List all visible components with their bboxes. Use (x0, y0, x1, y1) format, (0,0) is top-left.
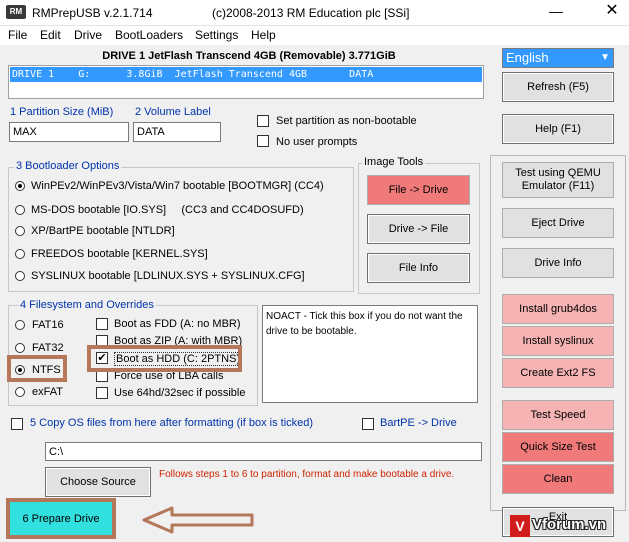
window-copyright: (c)2008-2013 RM Education plc [SSi] (212, 6, 410, 20)
watermark: V Vforum.vn (510, 515, 628, 539)
use-64hd-checkbox[interactable] (96, 387, 108, 399)
fs-option-label: FAT16 (32, 319, 64, 331)
hdd-highlight-box (87, 345, 242, 372)
no-prompts-checkbox[interactable] (257, 135, 269, 147)
filesystem-group-title: 4 Filesystem and Overrides (18, 299, 156, 311)
source-path-input[interactable]: C:\ (45, 442, 482, 461)
menu-file[interactable]: File (8, 28, 27, 42)
bootloader-radio-freedos[interactable] (15, 249, 25, 259)
bartpe-label: BartPE -> Drive (380, 417, 457, 429)
prepare-drive-button[interactable]: 6 Prepare Drive (6, 498, 116, 539)
fs-option-label: FAT32 (32, 342, 64, 354)
info-text-box[interactable]: NOACT - Tick this box if you do not want… (262, 305, 478, 403)
menu-help[interactable]: Help (251, 28, 276, 42)
title-bar: RM RMPrepUSB v.2.1.714 (c)2008-2013 RM E… (0, 0, 629, 26)
bootloader-radio-syslinux[interactable] (15, 271, 25, 281)
choose-source-button[interactable]: Choose Source (45, 467, 151, 497)
image-tools-title: Image Tools (362, 156, 426, 168)
drive-header: DRIVE 1 JetFlash Transcend 4GB (Removabl… (102, 50, 396, 62)
bootloader-option-label: SYSLINUX bootable [LDLINUX.SYS + SYSLINU… (31, 270, 305, 282)
window-title: RMPrepUSB v.2.1.714 (32, 6, 153, 20)
drive-list-item[interactable]: DRIVE 1 G: 3.8GiB JetFlash Transcend 4GB… (10, 67, 482, 82)
eject-drive-button[interactable]: Eject Drive (502, 208, 614, 238)
volume-label-input[interactable]: DATA (133, 122, 221, 142)
close-icon[interactable]: ✕ (602, 3, 622, 21)
watermark-text: Vforum.vn (532, 516, 607, 533)
no-prompts-label: No user prompts (276, 136, 358, 148)
boot-as-fdd-checkbox[interactable] (96, 318, 108, 330)
bootloader-radio-xp[interactable] (15, 226, 25, 236)
file-to-drive-button[interactable]: File -> Drive (367, 175, 470, 205)
bootloader-radio-msdos[interactable] (15, 205, 25, 215)
instructions-text: Follows steps 1 to 6 to partition, forma… (159, 469, 455, 480)
fs-radio-exfat[interactable] (15, 387, 25, 397)
chevron-down-icon: ▼ (600, 52, 610, 63)
qemu-test-button[interactable]: Test using QEMU Emulator (F11) (502, 162, 614, 198)
override-label: Use 64hd/32sec if possible (114, 387, 246, 399)
app-icon: RM (6, 5, 26, 19)
ntfs-highlight-box (7, 355, 67, 382)
copy-os-checkbox[interactable] (11, 418, 23, 430)
drive-to-file-button[interactable]: Drive -> File (367, 214, 470, 244)
bootloader-option-label: WinPEv2/WinPEv3/Vista/Win7 bootable [BOO… (31, 180, 324, 192)
volume-label-label: 2 Volume Label (135, 106, 211, 118)
override-label: Boot as FDD (A: no MBR) (114, 318, 241, 330)
annotation-arrow-icon (142, 506, 254, 534)
minimize-icon[interactable]: — (546, 3, 566, 21)
partition-size-input[interactable]: MAX (9, 122, 129, 142)
bootloader-radio-winpe[interactable] (15, 181, 25, 191)
test-speed-button[interactable]: Test Speed (502, 400, 614, 430)
copy-os-label: 5 Copy OS files from here after formatti… (30, 417, 314, 429)
bootloader-group-title: 3 Bootloader Options (14, 160, 122, 172)
bartpe-checkbox[interactable] (362, 418, 374, 430)
menu-settings[interactable]: Settings (195, 28, 238, 42)
fs-radio-fat16[interactable] (15, 320, 25, 330)
refresh-button[interactable]: Refresh (F5) (502, 72, 614, 102)
language-select-value: English (506, 50, 549, 65)
menu-bootloaders[interactable]: BootLoaders (115, 28, 183, 42)
partition-size-label: 1 Partition Size (MiB) (10, 106, 114, 118)
install-grub4dos-button[interactable]: Install grub4dos (502, 294, 614, 324)
non-bootable-checkbox[interactable] (257, 115, 269, 127)
drive-list[interactable]: DRIVE 1 G: 3.8GiB JetFlash Transcend 4GB… (8, 65, 484, 99)
bootloader-option-label: XP/BartPE bootable [NTLDR] (31, 225, 175, 237)
menu-edit[interactable]: Edit (40, 28, 61, 42)
watermark-logo: V (510, 515, 530, 537)
file-info-button[interactable]: File Info (367, 253, 470, 283)
bootloader-option-label: FREEDOS bootable [KERNEL.SYS] (31, 248, 208, 260)
non-bootable-label: Set partition as non-bootable (276, 115, 417, 127)
create-ext2-button[interactable]: Create Ext2 FS (502, 358, 614, 388)
fs-option-label: exFAT (32, 386, 63, 398)
drive-info-button[interactable]: Drive Info (502, 248, 614, 278)
language-select[interactable]: English ▼ (502, 48, 614, 68)
menu-bar: File Edit Drive BootLoaders Settings Hel… (0, 26, 629, 45)
fs-radio-fat32[interactable] (15, 343, 25, 353)
install-syslinux-button[interactable]: Install syslinux (502, 326, 614, 356)
bootloader-option-label: MS-DOS bootable [IO.SYS] (CC3 and CC4DOS… (31, 204, 304, 216)
menu-drive[interactable]: Drive (74, 28, 102, 42)
quick-size-test-button[interactable]: Quick Size Test (502, 432, 614, 462)
clean-button[interactable]: Clean (502, 464, 614, 494)
help-button[interactable]: Help (F1) (502, 114, 614, 144)
